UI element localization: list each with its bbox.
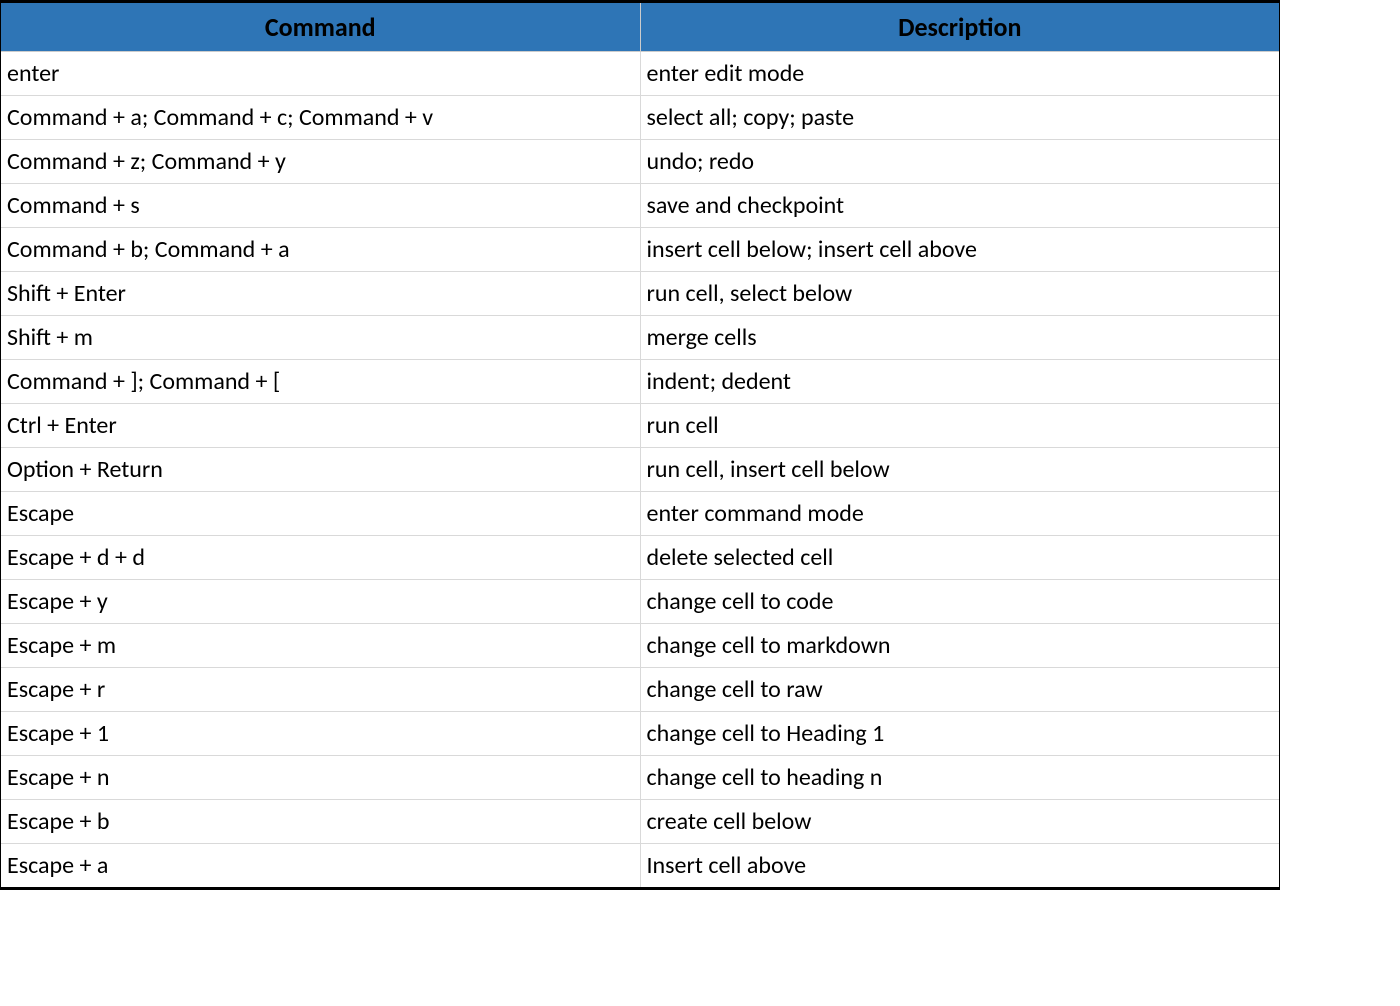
table-row: Escape + m change cell to markdown — [1, 624, 1279, 668]
cell-command: Shift + Enter — [1, 272, 640, 316]
cell-command: Escape + r — [1, 668, 640, 712]
shortcuts-table: Command Description enter enter edit mod… — [1, 3, 1279, 887]
header-description: Description — [640, 3, 1279, 52]
table-row: Shift + Enter run cell, select below — [1, 272, 1279, 316]
cell-command: Escape + b — [1, 800, 640, 844]
cell-description: select all; copy; paste — [640, 96, 1279, 140]
cell-description: undo; redo — [640, 140, 1279, 184]
cell-command: Command + b; Command + a — [1, 228, 640, 272]
cell-description: indent; dedent — [640, 360, 1279, 404]
cell-command: Escape + y — [1, 580, 640, 624]
cell-command: Escape — [1, 492, 640, 536]
cell-description: insert cell below; insert cell above — [640, 228, 1279, 272]
table-row: Command + s save and checkpoint — [1, 184, 1279, 228]
table-row: Command + z; Command + y undo; redo — [1, 140, 1279, 184]
table-header-row: Command Description — [1, 3, 1279, 52]
cell-description: save and checkpoint — [640, 184, 1279, 228]
cell-description: run cell, select below — [640, 272, 1279, 316]
cell-description: enter edit mode — [640, 52, 1279, 96]
table-row: Ctrl + Enter run cell — [1, 404, 1279, 448]
table-row: Escape + n change cell to heading n — [1, 756, 1279, 800]
table-row: Command + ]; Command + [ indent; dedent — [1, 360, 1279, 404]
cell-description: change cell to Heading 1 — [640, 712, 1279, 756]
cell-command: Escape + n — [1, 756, 640, 800]
cell-description: delete selected cell — [640, 536, 1279, 580]
cell-command: Escape + m — [1, 624, 640, 668]
cell-command: Command + a; Command + c; Command + v — [1, 96, 640, 140]
cell-description: change cell to markdown — [640, 624, 1279, 668]
table-row: Escape + r change cell to raw — [1, 668, 1279, 712]
table-row: Escape + a Insert cell above — [1, 844, 1279, 888]
cell-command: Shift + m — [1, 316, 640, 360]
cell-command: enter — [1, 52, 640, 96]
cell-description: change cell to raw — [640, 668, 1279, 712]
cell-command: Escape + d + d — [1, 536, 640, 580]
table-row: Escape + 1 change cell to Heading 1 — [1, 712, 1279, 756]
table-row: Escape + d + d delete selected cell — [1, 536, 1279, 580]
cell-command: Command + z; Command + y — [1, 140, 640, 184]
shortcuts-table-wrapper: Command Description enter enter edit mod… — [0, 0, 1280, 890]
table-row: Option + Return run cell, insert cell be… — [1, 448, 1279, 492]
cell-command: Option + Return — [1, 448, 640, 492]
table-body: enter enter edit mode Command + a; Comma… — [1, 52, 1279, 888]
table-row: Escape + y change cell to code — [1, 580, 1279, 624]
table-row: Escape + b create cell below — [1, 800, 1279, 844]
cell-description: run cell, insert cell below — [640, 448, 1279, 492]
cell-description: change cell to heading n — [640, 756, 1279, 800]
cell-description: enter command mode — [640, 492, 1279, 536]
cell-command: Escape + 1 — [1, 712, 640, 756]
table-row: enter enter edit mode — [1, 52, 1279, 96]
cell-description: merge cells — [640, 316, 1279, 360]
cell-command: Command + s — [1, 184, 640, 228]
cell-description: Insert cell above — [640, 844, 1279, 888]
cell-command: Ctrl + Enter — [1, 404, 640, 448]
header-command: Command — [1, 3, 640, 52]
table-row: Escape enter command mode — [1, 492, 1279, 536]
table-row: Shift + m merge cells — [1, 316, 1279, 360]
cell-command: Escape + a — [1, 844, 640, 888]
cell-description: create cell below — [640, 800, 1279, 844]
cell-description: change cell to code — [640, 580, 1279, 624]
table-row: Command + a; Command + c; Command + v se… — [1, 96, 1279, 140]
cell-command: Command + ]; Command + [ — [1, 360, 640, 404]
table-row: Command + b; Command + a insert cell bel… — [1, 228, 1279, 272]
cell-description: run cell — [640, 404, 1279, 448]
